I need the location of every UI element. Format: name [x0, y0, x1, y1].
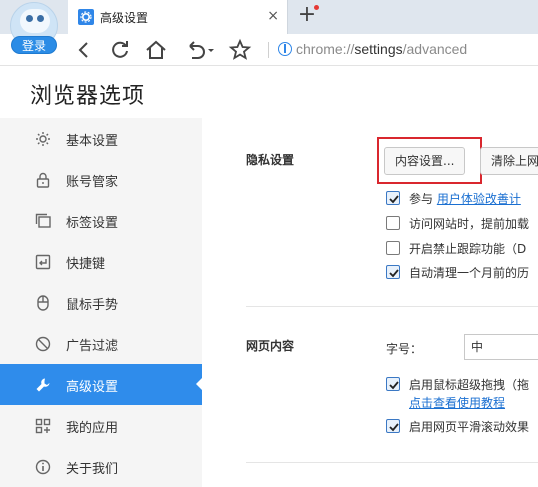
sidebar-item-label: 高级设置 — [66, 380, 119, 395]
back-arrow-icon — [78, 42, 88, 58]
back-button[interactable] — [72, 38, 96, 62]
shortcut-key-icon — [35, 254, 51, 270]
undo-close-button[interactable] — [184, 38, 216, 62]
option-text: 启用鼠标超级拖拽（拖 — [409, 378, 530, 392]
clear-browsing-data-button[interactable]: 清除上网 — [480, 147, 538, 175]
checkbox-checked[interactable] — [386, 419, 400, 433]
sidebar-item-my-apps[interactable]: 我的应用 — [0, 405, 202, 446]
option-text: 参与 — [409, 192, 437, 206]
checkbox-unchecked[interactable] — [386, 241, 400, 255]
sidebar-item-shortcuts[interactable]: 快捷键 — [0, 241, 202, 282]
font-size-select[interactable]: 中 — [464, 334, 538, 360]
undo-icon — [189, 41, 214, 59]
option-text: 启用网页平滑滚动效果 — [409, 420, 530, 434]
checkbox-checked[interactable] — [386, 377, 400, 391]
url-scheme: chrome:// — [296, 41, 355, 57]
sidebar-item-label: 基本设置 — [66, 134, 119, 149]
site-info-icon[interactable] — [278, 42, 292, 56]
tab-advanced-settings[interactable]: 高级设置 × — [68, 0, 288, 34]
bookmark-button[interactable] — [228, 38, 252, 62]
home-button[interactable] — [144, 38, 168, 62]
settings-gear-icon — [78, 9, 94, 25]
mouse-icon — [37, 295, 49, 311]
tab-close-icon[interactable]: × — [267, 8, 279, 24]
ux-program-link[interactable]: 用户体验改善计 — [437, 192, 521, 206]
tab-title: 高级设置 — [100, 11, 149, 25]
sidebar-item-basic-settings[interactable]: 基本设置 — [0, 118, 202, 159]
avatar-eye-left — [26, 15, 33, 22]
sidebar-item-label: 快捷键 — [66, 257, 106, 272]
sidebar-item-about-us[interactable]: 关于我们 — [0, 446, 202, 487]
avatar-face — [20, 9, 50, 33]
lock-icon — [36, 172, 50, 188]
option-text: 开启禁止跟踪功能（D — [409, 242, 527, 256]
apps-grid-icon — [35, 418, 51, 434]
section-divider — [246, 306, 538, 307]
url-host: settings — [354, 41, 403, 57]
checkbox-unchecked[interactable] — [386, 216, 400, 230]
privacy-section-label: 隐私设置 — [246, 153, 295, 167]
font-size-label: 字号： — [386, 342, 423, 356]
login-button[interactable]: 登录 — [11, 36, 57, 54]
option-text: 自动清理一个月前的历 — [409, 266, 530, 280]
info-icon — [35, 459, 51, 475]
reload-button[interactable] — [108, 38, 132, 62]
sidebar: 基本设置 账号管家 标签设置 快捷键 鼠标手势 广告过滤 高级设置 我的应用 关… — [0, 118, 203, 487]
avatar-eye-right — [37, 15, 44, 22]
section-divider — [246, 462, 538, 463]
url-path: /advanced — [402, 41, 468, 57]
sidebar-item-tab-settings[interactable]: 标签设置 — [0, 200, 202, 241]
web-content-section-label: 网页内容 — [246, 339, 295, 353]
sidebar-item-label: 广告过滤 — [66, 339, 119, 354]
sidebar-item-account-manager[interactable]: 账号管家 — [0, 159, 202, 200]
sidebar-item-label: 鼠标手势 — [66, 298, 119, 313]
reload-icon — [112, 41, 128, 58]
notification-dot — [314, 5, 319, 10]
user-avatar-area[interactable]: 登录 — [10, 2, 58, 54]
toolbar: chrome://settings/advanced — [0, 34, 538, 66]
sidebar-item-ad-filter[interactable]: 广告过滤 — [0, 323, 202, 364]
highlight-annotation — [377, 137, 482, 184]
tabs-icon — [35, 213, 51, 228]
address-bar[interactable]: chrome://settings/advanced — [296, 41, 467, 57]
sidebar-item-mouse-gestures[interactable]: 鼠标手势 — [0, 282, 202, 323]
sidebar-item-label: 我的应用 — [66, 421, 119, 436]
sidebar-item-label: 标签设置 — [66, 216, 119, 231]
home-icon — [146, 40, 166, 59]
super-drag-tutorial-link[interactable]: 点击查看使用教程 — [409, 394, 505, 411]
star-icon — [228, 38, 252, 60]
page-title: 浏览器选项 — [30, 84, 146, 109]
sidebar-item-advanced-settings[interactable]: 高级设置 — [0, 364, 203, 405]
wrench-icon — [36, 378, 50, 392]
url-separator — [268, 42, 269, 58]
block-icon — [35, 336, 51, 352]
sidebar-item-label: 关于我们 — [66, 462, 119, 477]
sidebar-item-label: 账号管家 — [66, 175, 119, 190]
checkbox-checked[interactable] — [386, 191, 400, 205]
option-text: 访问网站时，提前加载 — [409, 217, 530, 231]
gear-icon — [36, 132, 50, 146]
checkbox-checked[interactable] — [386, 265, 400, 279]
